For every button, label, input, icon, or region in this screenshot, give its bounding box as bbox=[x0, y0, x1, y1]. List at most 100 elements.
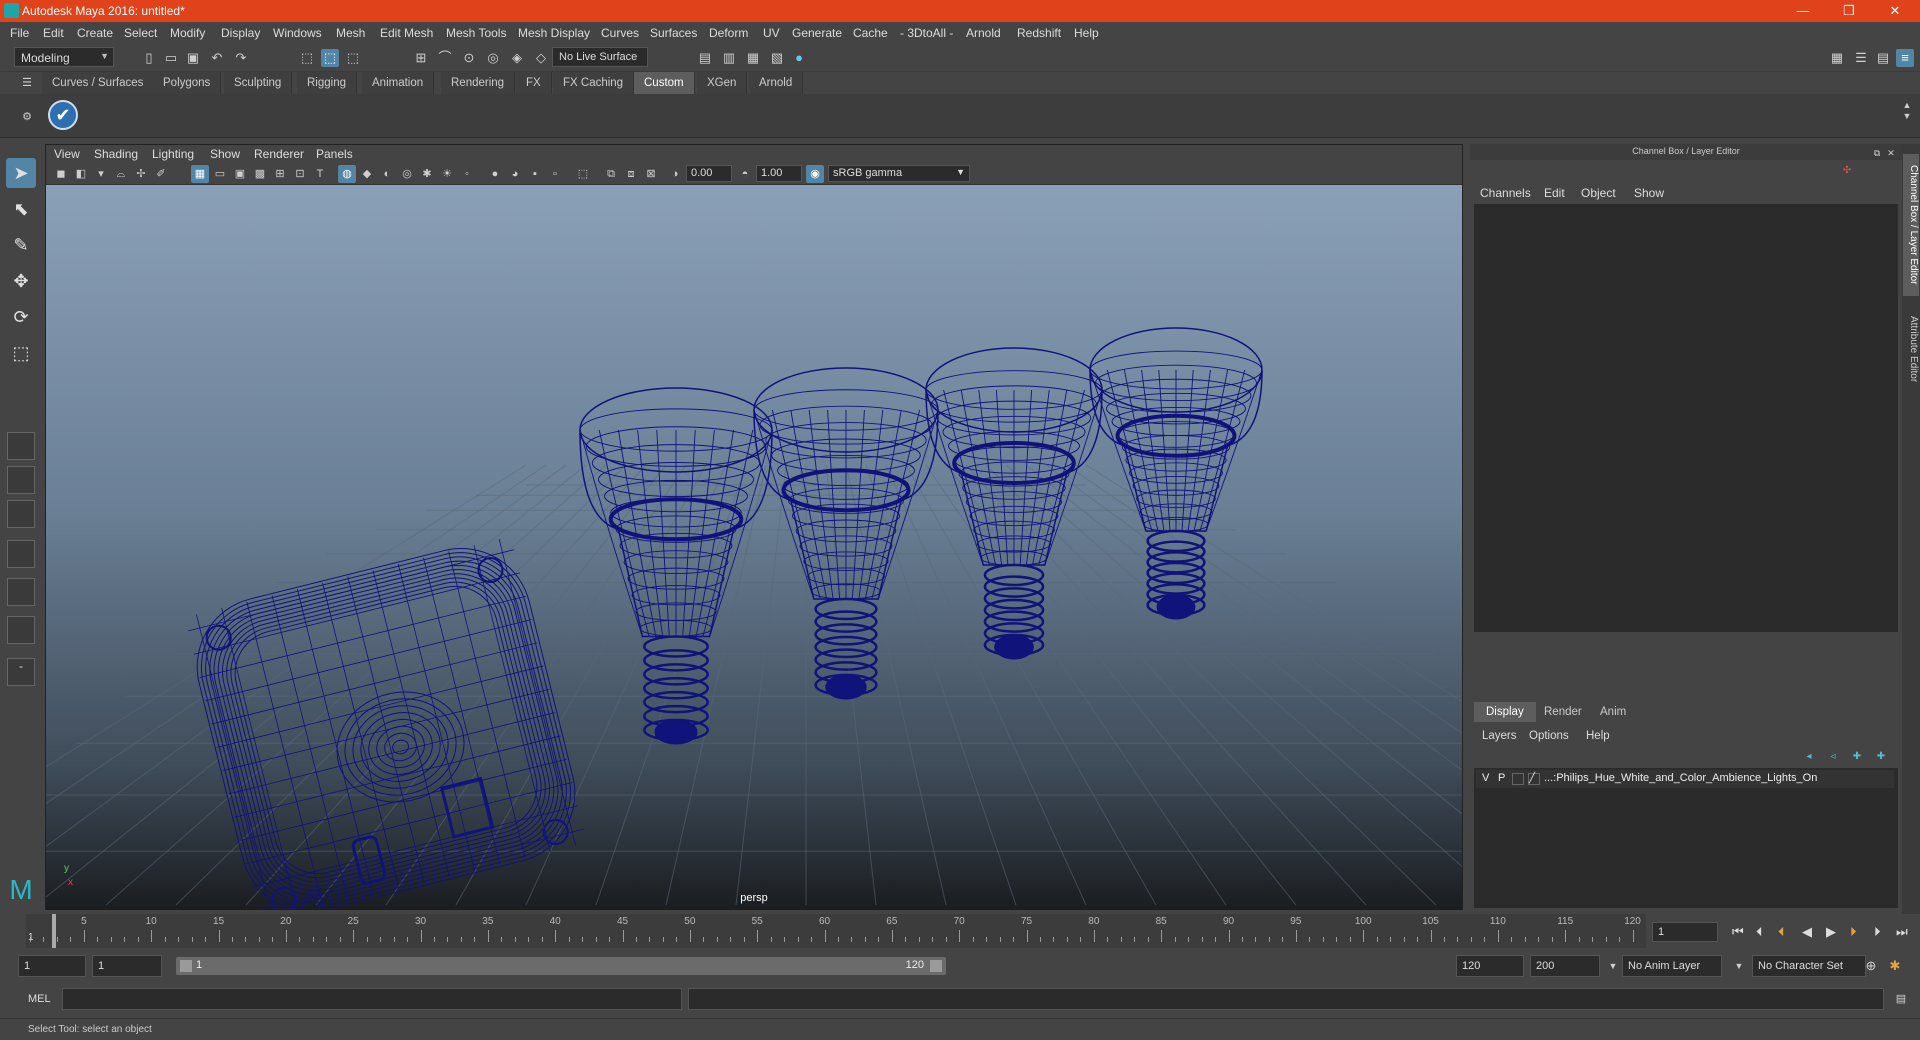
animation-start-field[interactable]: 1 bbox=[18, 955, 86, 977]
frame-selected-icon[interactable]: ⧈ bbox=[622, 165, 640, 183]
menu-set-dropdown[interactable]: Modeling ▼ bbox=[14, 47, 114, 67]
time-slider-track[interactable]: 5 10 15 20 25 30 35 40 45 50 55 60 65 70 75 80 85 90 95 100… bbox=[26, 914, 1646, 948]
single-perspective-layout-icon[interactable] bbox=[7, 432, 35, 460]
select-tool-icon[interactable]: ➤ bbox=[6, 158, 36, 188]
save-scene-icon[interactable]: ▣ bbox=[184, 49, 202, 67]
channels-menu[interactable]: Channels bbox=[1480, 186, 1531, 200]
tab-custom[interactable]: Custom bbox=[634, 72, 695, 94]
resolution-gate-mask-icon[interactable]: ⊠ bbox=[642, 165, 660, 183]
bookmark-icon[interactable]: ▾ bbox=[92, 165, 110, 183]
step-back-frame-icon[interactable]: ⏴ bbox=[1756, 924, 1763, 940]
play-forwards-icon[interactable]: ▶ bbox=[1826, 924, 1836, 940]
layer-display-type-toggle[interactable] bbox=[1512, 773, 1524, 785]
select-camera-icon[interactable]: ◼ bbox=[52, 165, 70, 183]
shelf-scroll-down-icon[interactable]: ▼ bbox=[1898, 107, 1916, 125]
move-tool-icon[interactable]: ✥ bbox=[6, 266, 36, 296]
anim-layer-chevron-icon[interactable]: ▼ bbox=[1604, 957, 1622, 975]
smooth-shade-icon[interactable]: ◆ bbox=[358, 165, 376, 183]
depth-of-field-icon[interactable]: ▫ bbox=[546, 165, 564, 183]
shadows-icon[interactable]: ◦ bbox=[458, 165, 476, 183]
live-surface-field[interactable]: No Live Surface bbox=[552, 47, 648, 67]
tab-display[interactable]: Display bbox=[1474, 702, 1536, 722]
animation-preferences-icon[interactable]: ✱ bbox=[1886, 957, 1904, 975]
maximize-button[interactable]: ❐ bbox=[1826, 1, 1872, 21]
scale-tool-icon[interactable]: ⬚ bbox=[6, 338, 36, 368]
persp-graph-hypershade-layout-icon[interactable] bbox=[7, 578, 35, 606]
move-layer-up-icon[interactable]: ◂ bbox=[1800, 748, 1818, 766]
menu-modify[interactable]: Modify bbox=[170, 26, 205, 40]
viewport-menu-renderer[interactable]: Renderer bbox=[254, 147, 304, 161]
default-lighting-icon[interactable]: ☀ bbox=[438, 165, 456, 183]
wireframe-on-shaded-icon[interactable]: ◐ bbox=[378, 165, 396, 183]
ipr-render-icon[interactable]: ▦ bbox=[744, 49, 762, 67]
render-settings-icon[interactable]: ▤ bbox=[696, 49, 714, 67]
select-hierarchy-icon[interactable]: ⬚ bbox=[298, 49, 316, 67]
modeling-toolkit-icon[interactable]: ▦ bbox=[1828, 49, 1846, 67]
range-slider-bar[interactable]: 1 120 bbox=[176, 957, 946, 975]
anti-aliasing-icon[interactable]: ▪ bbox=[526, 165, 544, 183]
range-start-handle[interactable] bbox=[180, 960, 192, 972]
step-forward-key-icon[interactable]: ⏵ bbox=[1850, 924, 1857, 940]
menu-arnold[interactable]: Arnold bbox=[966, 26, 1001, 40]
viewport-menu-panels[interactable]: Panels bbox=[316, 147, 353, 161]
script-editor-icon[interactable]: ▤ bbox=[1892, 990, 1910, 1008]
motion-blur-icon[interactable]: ◕ bbox=[506, 165, 524, 183]
menu-display[interactable]: Display bbox=[221, 26, 260, 40]
tab-anim[interactable]: Anim bbox=[1588, 702, 1638, 722]
frame-all-icon[interactable]: ⧉ bbox=[602, 165, 620, 183]
shelf-menu-icon[interactable]: ☰ bbox=[18, 74, 36, 92]
viewport-menu-show[interactable]: Show bbox=[210, 147, 240, 161]
play-backwards-icon[interactable]: ◀ bbox=[1802, 924, 1812, 940]
menu-mesh-tools[interactable]: Mesh Tools bbox=[446, 26, 506, 40]
new-empty-layer-icon[interactable]: ✚ bbox=[1848, 748, 1866, 766]
command-language-label[interactable]: MEL bbox=[28, 993, 51, 1005]
tab-xgen[interactable]: XGen bbox=[697, 72, 748, 94]
menu-uv[interactable]: UV bbox=[763, 26, 780, 40]
wireframe-icon[interactable]: ◍ bbox=[338, 165, 356, 183]
character-set-chevron-icon[interactable]: ▼ bbox=[1730, 957, 1748, 975]
current-time-marker[interactable] bbox=[52, 914, 56, 948]
xray-icon[interactable]: ◎ bbox=[398, 165, 416, 183]
playback-start-field[interactable]: 1 bbox=[92, 955, 162, 977]
edit-menu[interactable]: Edit bbox=[1544, 186, 1565, 200]
viewport-menu-shading[interactable]: Shading bbox=[94, 147, 138, 161]
character-set-dropdown[interactable]: No Character Set bbox=[1752, 955, 1866, 977]
tab-attribute-editor[interactable]: Attribute Editor bbox=[1903, 304, 1919, 394]
tab-curves-surfaces[interactable]: Curves / Surfaces bbox=[42, 72, 155, 94]
menu-mesh[interactable]: Mesh bbox=[336, 26, 365, 40]
open-scene-icon[interactable]: ▭ bbox=[162, 49, 180, 67]
tab-fx-caching[interactable]: FX Caching bbox=[553, 72, 635, 94]
snap-vertex-icon[interactable]: ◇ bbox=[532, 49, 550, 67]
menu-select[interactable]: Select bbox=[124, 26, 157, 40]
custom-layout-icon[interactable] bbox=[7, 616, 35, 644]
menu-redshift[interactable]: Redshift bbox=[1017, 26, 1061, 40]
layer-row[interactable]: V P ╱ ...:Philips_Hue_White_and_Color_Am… bbox=[1476, 770, 1894, 788]
viewport-menu-lighting[interactable]: Lighting bbox=[152, 147, 194, 161]
tool-settings-toggle-icon[interactable]: ▤ bbox=[1874, 49, 1892, 67]
paint-select-tool-icon[interactable]: ✎ bbox=[6, 230, 36, 260]
tab-arnold[interactable]: Arnold bbox=[749, 72, 804, 94]
animation-end-field[interactable]: 200 bbox=[1530, 955, 1600, 977]
tab-rendering[interactable]: Rendering bbox=[441, 72, 516, 94]
field-chart-icon[interactable]: ⊞ bbox=[271, 165, 289, 183]
redo-icon[interactable]: ↷ bbox=[232, 49, 250, 67]
snap-point-icon[interactable]: ⊙ bbox=[460, 49, 478, 67]
tab-polygons[interactable]: Polygons bbox=[153, 72, 222, 94]
film-gate-icon[interactable]: ▭ bbox=[211, 165, 229, 183]
options-menu[interactable]: Options bbox=[1529, 730, 1569, 742]
close-button[interactable]: ✕ bbox=[1872, 1, 1918, 21]
snap-grid-icon[interactable]: ⊞ bbox=[412, 49, 430, 67]
menu-curves[interactable]: Curves bbox=[601, 26, 639, 40]
manipulator-icon[interactable]: ✣ bbox=[1838, 162, 1856, 180]
go-to-start-icon[interactable]: ⏮ bbox=[1732, 924, 1744, 940]
object-menu[interactable]: Object bbox=[1581, 186, 1616, 200]
menu-deform[interactable]: Deform bbox=[709, 26, 748, 40]
move-layer-down-icon[interactable]: ◃ bbox=[1824, 748, 1842, 766]
minimize-button[interactable]: — bbox=[1780, 1, 1826, 21]
render-view-icon[interactable]: ▧ bbox=[768, 49, 786, 67]
close-panel-icon[interactable]: ✕ bbox=[1882, 144, 1900, 162]
grease-pencil-icon[interactable]: ✐ bbox=[152, 165, 170, 183]
menu-generate[interactable]: Generate bbox=[792, 26, 842, 40]
hypershade-icon[interactable]: ● bbox=[790, 49, 808, 67]
menu-3dtoall[interactable]: - 3DtoAll - bbox=[900, 26, 953, 40]
